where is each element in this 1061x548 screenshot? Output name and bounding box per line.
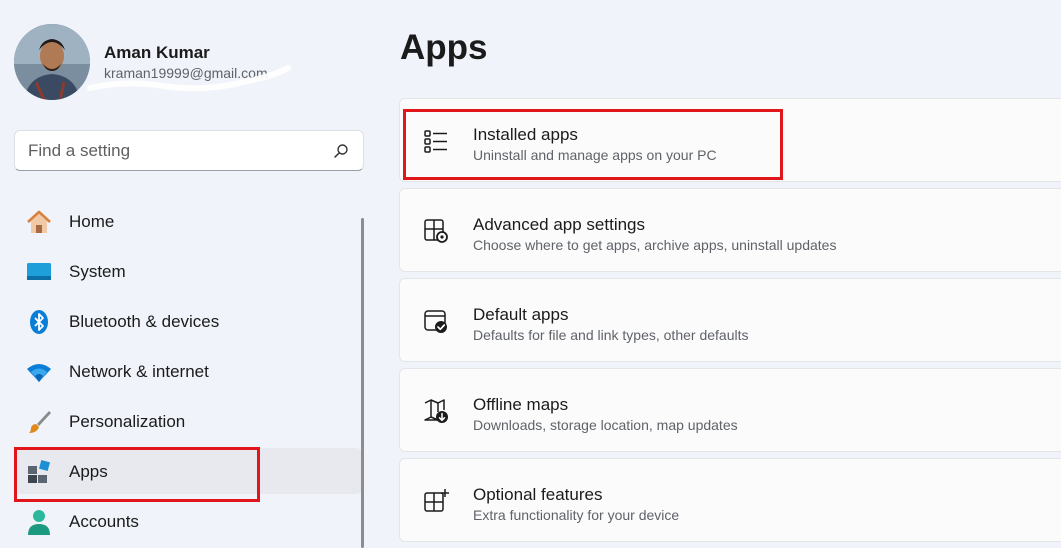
system-icon	[27, 263, 51, 280]
sidebar-item-label: Home	[69, 212, 115, 231]
card-advanced-app-settings[interactable]: Advanced app settings Choose where to ge…	[399, 188, 1061, 272]
sidebar-item-label: Personalization	[69, 412, 186, 431]
search-input[interactable]	[28, 131, 328, 170]
sidebar-item-label: Accounts	[69, 512, 139, 531]
sidebar-item-label: Network & internet	[69, 362, 209, 381]
avatar[interactable]	[14, 24, 90, 100]
sidebar-item-accounts[interactable]: Accounts	[14, 498, 362, 544]
sidebar-item-label: Bluetooth & devices	[69, 312, 220, 331]
brush-icon	[29, 411, 51, 433]
sidebar-scrollbar[interactable]	[361, 218, 364, 548]
search-box[interactable]	[14, 130, 364, 171]
annotation-highlight-installed-apps	[403, 109, 783, 180]
card-default-apps[interactable]: Default apps Defaults for file and link …	[399, 278, 1061, 362]
card-subtitle: Defaults for file and link types, other …	[473, 327, 749, 343]
optional-features-icon	[424, 489, 449, 512]
email-redaction-scribble	[87, 65, 291, 92]
search-icon[interactable]	[333, 143, 349, 159]
card-subtitle: Choose where to get apps, archive apps, …	[473, 237, 837, 253]
card-subtitle: Extra functionality for your device	[473, 507, 680, 523]
sidebar-item-home[interactable]: Home	[14, 198, 362, 244]
annotation-highlight-apps	[14, 447, 260, 502]
home-icon	[27, 210, 51, 233]
page-title: Apps	[400, 28, 488, 67]
card-subtitle: Downloads, storage location, map updates	[473, 417, 738, 433]
sidebar-item-network[interactable]: Network & internet	[14, 348, 362, 394]
card-title: Default apps	[473, 305, 569, 324]
wifi-icon	[27, 364, 51, 382]
sidebar-item-bluetooth[interactable]: Bluetooth & devices	[14, 298, 362, 344]
card-optional-features[interactable]: Optional features Extra functionality fo…	[399, 458, 1061, 542]
app-settings-icon	[424, 219, 448, 243]
bluetooth-icon	[30, 310, 48, 334]
sidebar-item-label: System	[69, 262, 126, 281]
default-apps-icon	[424, 310, 447, 333]
sidebar-item-system[interactable]: System	[14, 248, 362, 294]
accounts-icon	[28, 510, 50, 535]
sidebar-item-personalization[interactable]: Personalization	[14, 398, 362, 444]
card-title: Advanced app settings	[473, 215, 646, 234]
card-offline-maps[interactable]: Offline maps Downloads, storage location…	[399, 368, 1061, 452]
card-title: Optional features	[473, 485, 603, 504]
card-title: Offline maps	[473, 395, 569, 414]
map-download-icon	[424, 399, 448, 423]
